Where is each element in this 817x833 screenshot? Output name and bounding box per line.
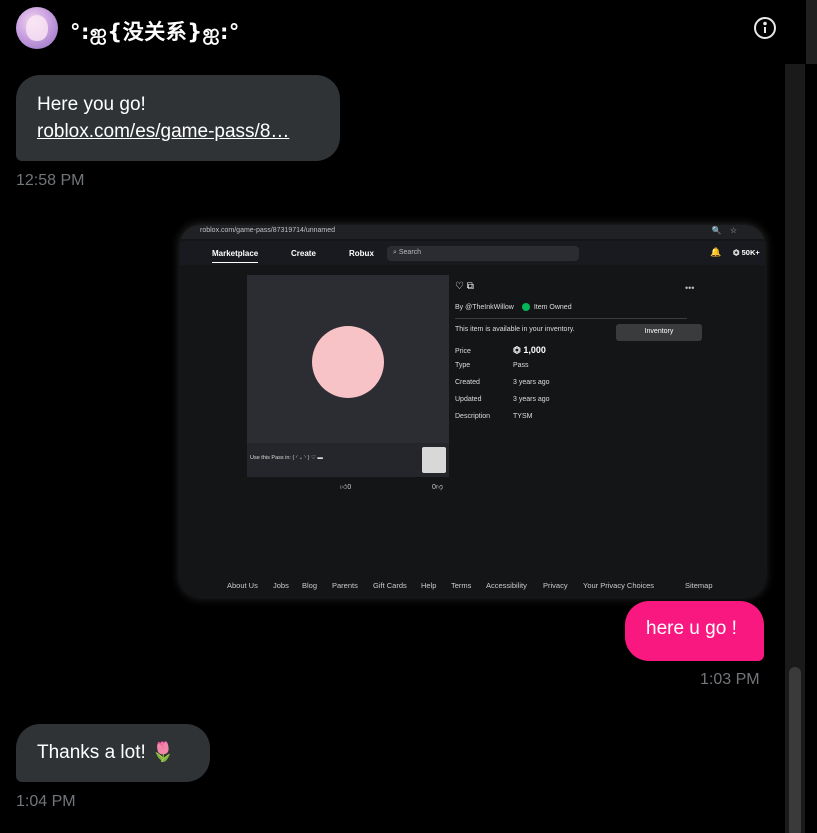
footer-link: Terms bbox=[451, 581, 472, 590]
window-edge bbox=[806, 0, 817, 64]
scrollbar[interactable] bbox=[785, 64, 805, 833]
conversation-header: °:ஐ{没关系}ஐ:° bbox=[0, 0, 806, 58]
incoming-message: Here you go! roblox.com/es/game-pass/8… bbox=[16, 75, 340, 161]
bell-icon: 🔔 bbox=[710, 247, 722, 257]
footer-link: Sitemap bbox=[685, 581, 713, 590]
incoming-message: Thanks a lot! 🌷 bbox=[16, 724, 210, 782]
message-timestamp: 1:03 PM bbox=[700, 671, 760, 688]
detail-row-price: Price ⏣ 1,000 bbox=[455, 345, 546, 355]
screenshot-search: ⌕ Search bbox=[387, 246, 579, 261]
detail-row-description: Description TYSM bbox=[455, 413, 533, 420]
owned-check-icon bbox=[521, 303, 530, 311]
tab-marketplace: Marketplace bbox=[212, 249, 259, 263]
thumbs-down-icon: 👎︎ bbox=[435, 484, 444, 491]
tab-create: Create bbox=[291, 249, 316, 258]
footer-link: Parents bbox=[332, 581, 358, 590]
screenshot-url: roblox.com/game-pass/87319714/unnamed bbox=[200, 227, 336, 234]
browser-address-bar: roblox.com/game-pass/87319714/unnamed 🔍☆ bbox=[180, 225, 765, 239]
game-thumbnail bbox=[422, 447, 446, 473]
footer-link: Blog bbox=[302, 581, 318, 590]
footer-link: Privacy bbox=[543, 581, 568, 590]
tab-robux: Robux bbox=[349, 249, 374, 258]
message-text: Here you go! bbox=[37, 94, 146, 115]
message-text: here u go ! bbox=[646, 618, 737, 639]
availability-text: This item is available in your inventory… bbox=[455, 326, 575, 333]
message-link[interactable]: roblox.com/es/game-pass/8… bbox=[37, 118, 319, 145]
screenshot-navbar: Marketplace Create Robux ⌕ Search 🔔 ⏣ 50… bbox=[180, 241, 765, 265]
scrollbar-thumb[interactable] bbox=[789, 667, 801, 833]
vote-bar: 👍︎0 0👎︎ bbox=[340, 484, 444, 491]
message-timestamp: 12:58 PM bbox=[16, 172, 85, 189]
more-options-icon: ••• bbox=[685, 283, 695, 293]
detail-row-type: Type Pass bbox=[455, 362, 529, 369]
footer-link: About Us bbox=[227, 581, 258, 590]
divider bbox=[455, 318, 687, 319]
zoom-star-icons: 🔍☆ bbox=[711, 226, 745, 235]
footer-link: Gift Cards bbox=[373, 581, 407, 590]
avatar[interactable] bbox=[16, 7, 58, 49]
info-icon[interactable] bbox=[753, 16, 777, 40]
card-footer: Use this Pass in: ( ◜ ₊ ◝ ) ♡ ▬ bbox=[247, 443, 449, 477]
inventory-button: Inventory bbox=[616, 324, 702, 341]
item-thumbnail-card: Use this Pass in: ( ◜ ₊ ◝ ) ♡ ▬ bbox=[247, 275, 449, 477]
item-creator: By @TheInkWillow Item Owned bbox=[455, 303, 572, 311]
item-image bbox=[312, 326, 384, 398]
robux-balance: ⏣ 50K+ bbox=[733, 248, 760, 257]
message-text: Thanks a lot! 🌷 bbox=[37, 742, 175, 763]
footer-link: Help bbox=[421, 581, 437, 590]
detail-row-updated: Updated 3 years ago bbox=[455, 396, 550, 403]
footer-link: Jobs bbox=[273, 581, 289, 590]
footer-link: Your Privacy Choices bbox=[583, 581, 655, 590]
attached-screenshot[interactable]: roblox.com/game-pass/87319714/unnamed 🔍☆… bbox=[180, 225, 765, 597]
conversation-name[interactable]: °:ஐ{没关系}ஐ:° bbox=[70, 16, 240, 47]
outgoing-message: here u go ! bbox=[625, 601, 764, 661]
footer-link: Accessibility bbox=[486, 581, 527, 590]
detail-row-created: Created 3 years ago bbox=[455, 379, 550, 386]
message-timestamp: 1:04 PM bbox=[16, 793, 76, 810]
favorite-share-icons: ♡ ⧉ bbox=[455, 281, 474, 292]
